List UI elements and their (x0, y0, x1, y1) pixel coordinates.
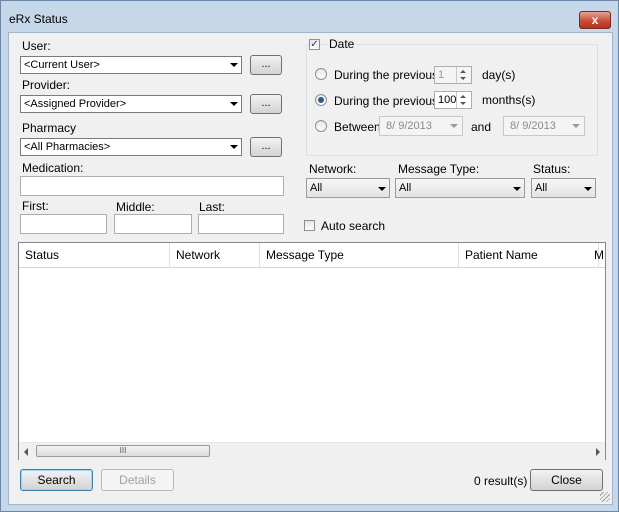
dropdown-arrow-icon (378, 187, 386, 191)
between-label: Between (334, 120, 381, 134)
checkbox-check-icon: ✓ (310, 39, 319, 50)
dropdown-arrow-icon (230, 145, 238, 149)
scroll-right-icon[interactable] (596, 448, 600, 456)
dropdown-arrow-icon (450, 124, 458, 128)
close-icon: x (591, 13, 599, 27)
column-header-patient-name[interactable]: Patient Name (459, 243, 599, 267)
date-checkbox[interactable]: ✓ (309, 39, 320, 50)
provider-label: Provider: (22, 78, 71, 92)
message-type-label: Message Type: (398, 162, 480, 176)
first-name-input[interactable] (20, 214, 107, 234)
column-header-status[interactable]: Status (19, 243, 170, 267)
auto-search-checkbox[interactable] (304, 220, 315, 231)
start-date-picker[interactable]: 8/ 9/2013 (379, 116, 463, 136)
pharmacy-label: Pharmacy (22, 121, 77, 135)
scroll-left-icon[interactable] (24, 448, 28, 456)
message-type-select[interactable]: All (395, 178, 525, 198)
user-select-value: <Current User> (24, 59, 100, 71)
pharmacy-browse-button[interactable]: ... (250, 137, 282, 157)
date-checkbox-label: Date (327, 37, 357, 51)
title-bar: eRx Status x (1, 1, 618, 34)
window-title: eRx Status (9, 12, 68, 26)
user-browse-button[interactable]: ... (250, 55, 282, 75)
status-label: Status: (533, 162, 571, 176)
details-button[interactable]: Details (101, 469, 174, 491)
spin-down-icon[interactable] (460, 77, 466, 80)
message-type-select-value: All (399, 182, 412, 194)
results-grid[interactable]: Status Network Message Type Patient Name… (18, 242, 606, 460)
previous-months-label: During the previous (334, 94, 439, 108)
grid-header: Status Network Message Type Patient Name… (19, 243, 605, 268)
user-label: User: (22, 39, 51, 53)
column-header-m[interactable]: M (593, 243, 605, 267)
status-select[interactable]: All (531, 178, 596, 198)
network-select[interactable]: All (306, 178, 390, 198)
spin-down-icon[interactable] (460, 102, 466, 105)
middle-name-label: Middle: (116, 200, 155, 214)
previous-days-value: 1 (438, 69, 445, 81)
medication-input[interactable] (20, 176, 284, 196)
close-window-button[interactable]: x (579, 11, 611, 29)
column-header-message-type[interactable]: Message Type (260, 243, 459, 267)
result-count: 0 result(s) (474, 474, 528, 488)
scroll-thumb[interactable]: III (36, 445, 210, 457)
spin-up-icon[interactable] (460, 95, 466, 98)
medication-label: Medication: (22, 161, 84, 175)
last-name-input[interactable] (198, 214, 284, 234)
previous-months-value: 100 (438, 94, 457, 106)
start-date-value: 8/ 9/2013 (386, 120, 432, 132)
and-label: and (471, 120, 492, 134)
previous-days-radio[interactable] (315, 68, 327, 80)
spin-up-icon[interactable] (460, 70, 466, 73)
months-unit-label: months(s) (482, 93, 536, 107)
search-button[interactable]: Search (20, 469, 93, 491)
pharmacy-select[interactable]: <All Pharmacies> (20, 138, 242, 156)
dropdown-arrow-icon (513, 187, 521, 191)
network-select-value: All (310, 182, 323, 194)
provider-select[interactable]: <Assigned Provider> (20, 95, 242, 113)
close-button[interactable]: Close (530, 469, 603, 491)
erx-status-window: eRx Status x User: <Current User> ... Pr… (0, 0, 619, 512)
previous-days-spinner[interactable]: 1 (434, 66, 472, 84)
between-radio[interactable] (315, 120, 327, 132)
end-date-value: 8/ 9/2013 (510, 120, 556, 132)
user-select[interactable]: <Current User> (20, 56, 242, 74)
middle-name-input[interactable] (114, 214, 192, 234)
column-header-network[interactable]: Network (170, 243, 260, 267)
dialog-client-area: User: <Current User> ... Provider: <Assi… (8, 32, 613, 505)
previous-months-spinner[interactable]: 100 (434, 91, 472, 109)
provider-select-value: <Assigned Provider> (24, 98, 127, 110)
first-name-label: First: (22, 199, 49, 213)
dropdown-arrow-icon (230, 63, 238, 67)
network-label: Network: (309, 162, 357, 176)
days-unit-label: day(s) (482, 68, 516, 82)
resize-grip-icon[interactable] (600, 492, 610, 502)
horizontal-scrollbar[interactable]: III (19, 442, 605, 460)
provider-browse-button[interactable]: ... (250, 94, 282, 114)
previous-days-label: During the previous (334, 68, 439, 82)
status-select-value: All (535, 182, 548, 194)
dropdown-arrow-icon (230, 102, 238, 106)
previous-months-radio[interactable] (315, 94, 327, 106)
end-date-picker[interactable]: 8/ 9/2013 (503, 116, 585, 136)
dropdown-arrow-icon (572, 124, 580, 128)
dropdown-arrow-icon (584, 187, 592, 191)
scroll-thumb-grip: III (119, 446, 127, 455)
pharmacy-select-value: <All Pharmacies> (24, 141, 111, 153)
auto-search-label: Auto search (321, 219, 386, 233)
last-name-label: Last: (199, 200, 226, 214)
